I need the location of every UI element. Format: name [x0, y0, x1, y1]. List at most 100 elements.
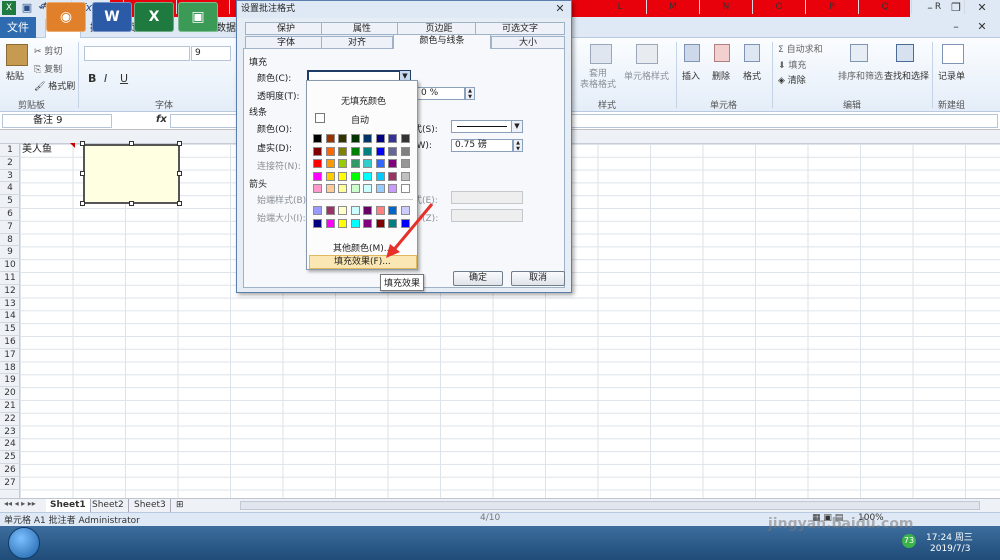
close-button[interactable]: ✕ [970, 0, 994, 16]
clock-date[interactable]: 2019/7/3 [930, 544, 970, 554]
cut-button[interactable]: ✂ 剪切 [34, 44, 62, 57]
row-header[interactable]: 18 [0, 362, 20, 375]
color-swatch[interactable] [350, 218, 360, 228]
column-header[interactable]: L [594, 0, 647, 14]
color-swatch[interactable] [325, 134, 335, 143]
color-swatch[interactable] [388, 134, 397, 143]
color-swatch[interactable] [363, 184, 372, 193]
clock-time[interactable]: 17:24 周三 [926, 530, 973, 543]
resize-handle[interactable] [80, 171, 85, 176]
underline-button[interactable]: U [120, 72, 128, 85]
cell-a1[interactable]: 美人鱼 [22, 144, 52, 156]
color-swatch[interactable] [338, 171, 347, 181]
color-swatch[interactable] [400, 184, 410, 193]
color-swatch[interactable] [338, 206, 347, 215]
find-select-button[interactable]: 查找和选择 [884, 69, 929, 82]
color-swatch[interactable] [363, 146, 372, 156]
color-swatch[interactable] [338, 146, 347, 156]
color-swatch[interactable] [350, 159, 360, 168]
resize-handle[interactable] [177, 201, 182, 206]
color-swatch[interactable] [350, 134, 360, 143]
record-form-icon[interactable] [942, 44, 964, 64]
row-header[interactable]: 15 [0, 323, 20, 336]
horizontal-scrollbar[interactable] [240, 501, 980, 510]
color-swatch[interactable] [325, 159, 335, 168]
taskbar-browser-icon[interactable]: ◉ [46, 2, 86, 32]
row-header[interactable]: 2 [0, 157, 20, 170]
color-swatch[interactable] [363, 159, 372, 168]
column-header[interactable]: N [700, 0, 753, 14]
column-header[interactable]: M [647, 0, 700, 14]
tab-colors-lines[interactable]: 颜色与线条 [393, 34, 491, 49]
tab-protection[interactable]: 保护 [245, 22, 327, 35]
clear-button[interactable]: ◈ 清除 [778, 73, 806, 86]
autosum-button[interactable]: Σ 自动求和 [778, 42, 823, 55]
row-header[interactable]: 21 [0, 400, 20, 413]
row-header[interactable]: 19 [0, 374, 20, 388]
color-swatch[interactable] [313, 159, 322, 168]
row-header[interactable]: 7 [0, 221, 20, 234]
sort-filter-button[interactable]: 排序和筛选 [838, 69, 883, 82]
row-header[interactable]: 6 [0, 208, 20, 221]
column-header[interactable]: Q [859, 0, 912, 14]
color-swatch[interactable] [375, 159, 385, 168]
color-swatch[interactable] [338, 218, 347, 228]
cancel-button[interactable]: 取消 [511, 271, 565, 286]
color-swatch[interactable] [325, 184, 335, 193]
tray-badge[interactable]: 73 [902, 534, 916, 548]
row-header[interactable]: 11 [0, 272, 20, 285]
table-format-icon[interactable] [590, 44, 612, 64]
copy-button[interactable]: ⎘ 复制 [34, 62, 62, 75]
color-swatch[interactable] [375, 134, 385, 143]
color-swatch[interactable] [388, 146, 397, 156]
paste-icon[interactable] [6, 44, 28, 66]
color-swatch[interactable] [350, 146, 360, 156]
cell-style-button[interactable]: 单元格样式 [624, 69, 669, 82]
row-header[interactable]: 10 [0, 259, 20, 272]
comment-box[interactable] [83, 144, 180, 204]
ribbon-minimize-button[interactable]: – [944, 19, 968, 35]
find-select-icon[interactable] [896, 44, 914, 62]
color-swatch[interactable] [313, 184, 322, 193]
delete-cells-icon[interactable] [714, 44, 730, 62]
color-swatch[interactable] [388, 159, 397, 168]
color-swatch[interactable] [325, 146, 335, 156]
resize-handle[interactable] [129, 201, 134, 206]
color-swatch[interactable] [375, 184, 385, 193]
weight-input[interactable]: 0.75 磅 [451, 139, 513, 152]
bold-button[interactable]: B [88, 72, 96, 85]
new-sheet-icon[interactable]: ⊞ [172, 499, 188, 512]
insert-function-button[interactable]: fx [156, 114, 167, 125]
color-swatch[interactable] [325, 206, 335, 215]
spinner-icon[interactable]: ▲ ▼ [513, 139, 523, 152]
row-header[interactable]: 13 [0, 298, 20, 311]
delete-cells-button[interactable]: 删除 [712, 69, 730, 82]
row-header[interactable]: 1 [0, 144, 20, 157]
row-header[interactable]: 25 [0, 451, 20, 464]
color-swatch[interactable] [338, 134, 347, 143]
color-swatch[interactable] [338, 159, 347, 168]
row-header[interactable]: 9 [0, 246, 20, 260]
resize-handle[interactable] [129, 141, 134, 146]
color-swatch[interactable] [400, 134, 410, 143]
paste-button[interactable]: 粘贴 [6, 69, 24, 82]
row-header[interactable]: 12 [0, 285, 20, 298]
table-format-button[interactable]: 套用 表格格式 [580, 69, 616, 91]
insert-cells-icon[interactable] [684, 44, 700, 62]
color-swatch[interactable] [375, 146, 385, 156]
color-swatch[interactable] [400, 159, 410, 168]
font-size-input[interactable]: 9 [191, 46, 231, 61]
color-swatch[interactable] [350, 184, 360, 193]
color-swatch[interactable] [313, 134, 322, 143]
tab-properties[interactable]: 属性 [321, 22, 403, 35]
chevron-down-icon[interactable]: ▼ [511, 120, 523, 133]
fill-button[interactable]: ⬇ 填充 [778, 58, 806, 71]
color-swatch[interactable] [313, 206, 322, 215]
row-header[interactable]: 26 [0, 464, 20, 477]
row-header[interactable]: 16 [0, 336, 20, 349]
color-swatch[interactable] [313, 218, 322, 228]
color-swatch[interactable] [363, 218, 372, 228]
resize-handle[interactable] [177, 141, 182, 146]
row-header[interactable]: 14 [0, 310, 20, 324]
format-cells-button[interactable]: 格式 [743, 69, 761, 82]
